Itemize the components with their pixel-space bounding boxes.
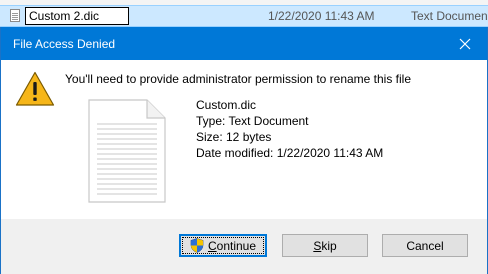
file-access-denied-dialog: File Access Denied You'll need to provid… [0, 27, 488, 274]
rename-input[interactable] [25, 7, 129, 25]
document-icon [88, 99, 166, 203]
skip-label: Skip [313, 238, 337, 253]
close-icon [459, 38, 471, 49]
dialog-titlebar[interactable]: File Access Denied [1, 27, 487, 60]
file-info: Custom.dic Type: Text Document Size: 12 … [196, 97, 383, 161]
file-size: Size: 12 bytes [196, 130, 272, 144]
continue-button[interactable]: Continue [179, 234, 267, 257]
explorer-file-row[interactable]: 1/22/2020 11:43 AM Text Documen [0, 5, 488, 27]
file-date-modified: Date modified: 1/22/2020 11:43 AM [196, 146, 384, 160]
dialog-message: You'll need to provide administrator per… [65, 72, 412, 86]
dialog-title: File Access Denied [13, 37, 116, 51]
row-type: Text Documen [411, 9, 488, 23]
continue-focus-rect: Continue [182, 237, 264, 254]
dialog-button-bar: Continue Skip Cancel [1, 219, 487, 274]
cancel-button[interactable]: Cancel [382, 234, 468, 257]
uac-shield-icon [190, 238, 204, 253]
text-file-icon [10, 9, 20, 22]
file-name: Custom.dic [196, 98, 257, 112]
dialog-content: You'll need to provide administrator per… [1, 60, 487, 219]
continue-label: Continue [207, 238, 257, 253]
close-button[interactable] [443, 27, 487, 60]
warning-icon [15, 71, 55, 106]
skip-button[interactable]: Skip [282, 234, 368, 257]
row-date-modified: 1/22/2020 11:43 AM [268, 9, 375, 23]
file-type: Type: Text Document [196, 114, 309, 128]
